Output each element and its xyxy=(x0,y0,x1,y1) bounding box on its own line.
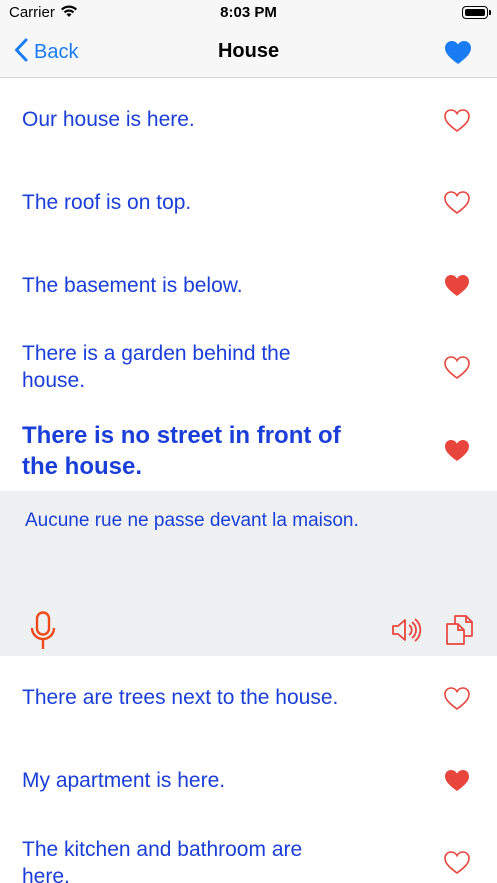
heart-filled-icon[interactable] xyxy=(443,273,471,303)
microphone-icon[interactable] xyxy=(30,611,56,656)
phrase-text: There is no street in front of the house… xyxy=(22,422,341,480)
heart-outline-icon[interactable] xyxy=(443,190,471,220)
status-time: 8:03 PM xyxy=(220,4,277,21)
heart-outline-icon[interactable] xyxy=(443,108,471,138)
phrase-row[interactable]: The roof is on top. xyxy=(0,161,497,244)
heart-filled-icon[interactable] xyxy=(443,768,471,798)
page-title: House xyxy=(217,40,280,62)
phrase-text: The kitchen and bathroom are here. xyxy=(22,838,303,883)
heart-outline-icon[interactable] xyxy=(443,850,471,880)
heart-outline-icon[interactable] xyxy=(443,355,471,385)
phrase-row-selected[interactable]: There is no street in front of the house… xyxy=(0,410,497,491)
nav-bar: Back House xyxy=(0,28,497,78)
phrase-text: There are trees next to the house. xyxy=(22,686,339,709)
phrase-row[interactable]: Our house is here. xyxy=(0,78,497,161)
favorites-heart-icon[interactable] xyxy=(444,40,472,70)
heart-outline-icon[interactable] xyxy=(443,686,471,716)
phrase-row[interactable]: The basement is below. xyxy=(0,244,497,327)
translation-panel: Aucune rue ne passe devant la maison. xyxy=(0,491,497,656)
phrase-text: My apartment is here. xyxy=(22,769,226,792)
phrase-text: There is a garden behind the house. xyxy=(22,342,291,392)
phrase-row[interactable]: My apartment is here. xyxy=(0,739,497,822)
battery-icon xyxy=(462,6,488,19)
phrase-text: The basement is below. xyxy=(22,274,243,297)
translation-text: Aucune rue ne passe devant la maison. xyxy=(25,510,359,531)
heart-filled-icon[interactable] xyxy=(443,438,471,468)
status-bar: Carrier 8:03 PM xyxy=(0,0,497,28)
phrase-row[interactable]: There is a garden behind the house. xyxy=(0,327,497,410)
phrase-row[interactable]: There are trees next to the house. xyxy=(0,656,497,739)
battery-tip xyxy=(489,10,491,15)
phrase-text: Our house is here. xyxy=(22,108,195,131)
phrase-row[interactable]: The kitchen and bathroom are here. xyxy=(0,822,497,883)
copy-icon[interactable] xyxy=(445,614,477,651)
speaker-icon[interactable] xyxy=(391,616,423,649)
phrase-text: The roof is on top. xyxy=(22,191,192,214)
